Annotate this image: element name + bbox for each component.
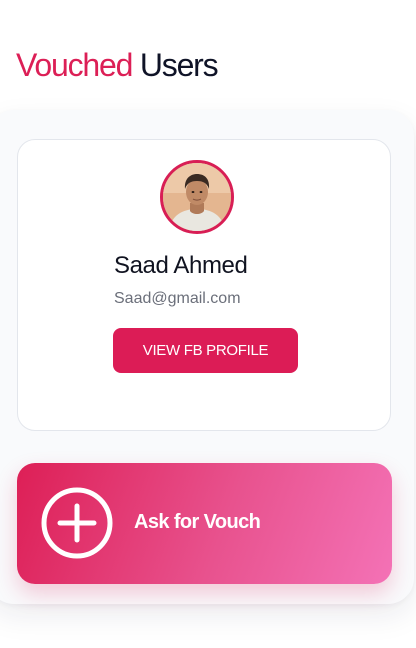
- ask-for-vouch-label: Ask for Vouch: [134, 511, 261, 533]
- avatar: [160, 160, 234, 234]
- view-fb-profile-button[interactable]: VIEW FB PROFILE: [113, 328, 298, 373]
- user-name: Saad Ahmed: [114, 252, 248, 279]
- page-title-rest: Users: [132, 47, 219, 83]
- avatar-photo: [163, 163, 231, 231]
- user-card: Saad Ahmed Saad@gmail.com VIEW FB PROFIL…: [17, 139, 391, 431]
- ask-for-vouch-button[interactable]: Ask for Vouch: [17, 463, 392, 584]
- page-title: Vouched Users: [16, 44, 219, 86]
- vouched-users-page: Vouched Users Saad Ahmed Saad@gmail.com …: [0, 0, 416, 648]
- page-title-accent: Vouched: [16, 47, 133, 83]
- user-email: Saad@gmail.com: [114, 290, 241, 307]
- plus-circle-icon: [41, 487, 113, 559]
